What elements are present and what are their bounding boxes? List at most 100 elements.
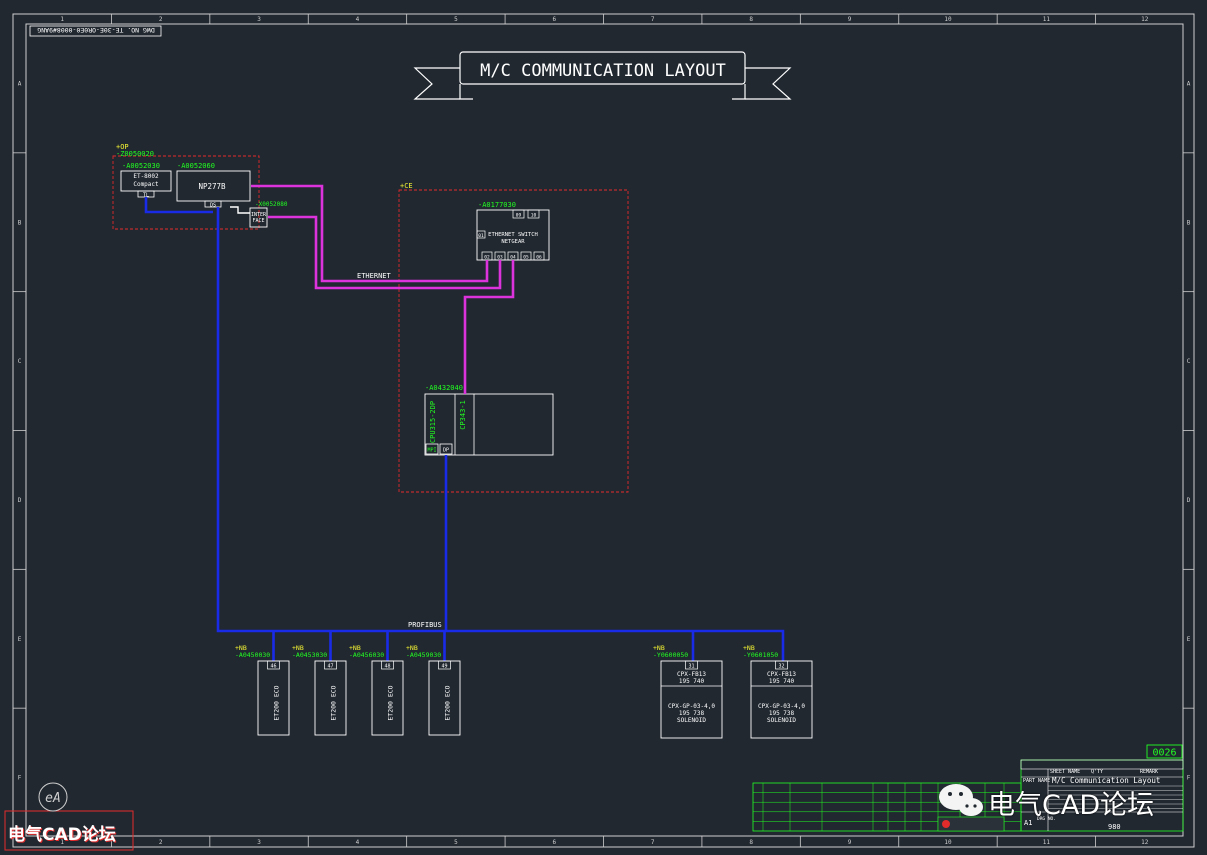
switch-line2: NETGEAR xyxy=(501,239,525,245)
cpu-id: -A0432040 xyxy=(425,384,463,392)
et-id: -A0052030 xyxy=(122,162,160,170)
mpi-port: MPI xyxy=(427,448,436,454)
profibus-drops xyxy=(272,631,695,661)
op-panel-id: -Z0050020 xyxy=(116,150,154,158)
zone-number-bottom: 4 xyxy=(356,839,360,846)
zone-number-top: 5 xyxy=(454,16,458,23)
et200-address: 47 xyxy=(327,664,333,670)
valve-nodes: +NB-Y060005031CPX-FB13195 740CPX-GP-03-4… xyxy=(653,644,813,739)
zone-letter-right: B xyxy=(1187,219,1191,226)
valve-address: 31 xyxy=(688,664,694,670)
hmi-port: DS xyxy=(210,203,216,209)
zone-number-top: 4 xyxy=(356,16,360,23)
zone-number-bottom: 10 xyxy=(944,839,952,846)
zone-letter-left: E xyxy=(18,636,22,643)
zone-number-bottom: 2 xyxy=(159,839,163,846)
zone-ticks: 112233445566778899101011111212A AB BC CD DE E… xyxy=(13,14,1194,847)
switch-port-label: 10 xyxy=(531,213,537,219)
qty-header: Q'TY xyxy=(1091,769,1103,775)
et200-name: ET200 ECO xyxy=(330,685,338,720)
zone-number-bottom: 11 xyxy=(1043,839,1051,846)
zone-letter-left: F xyxy=(18,775,22,782)
et200-nodes: +NB-A045003046ET200 ECO+NB-A045303047ET2… xyxy=(235,644,461,736)
hmi-to-interface-link xyxy=(230,206,250,214)
et200-id: -A0453030 xyxy=(292,651,327,659)
valve-text: 195 740 xyxy=(769,678,795,685)
et200-id: -A0459030 xyxy=(406,651,441,659)
valve-text: SOLENOID xyxy=(677,717,706,724)
cp-label: CP343-1 xyxy=(459,400,467,430)
outer-frame xyxy=(12,13,1195,848)
switch-port-label: 01 xyxy=(478,233,484,239)
inner-frame xyxy=(25,23,1184,837)
et200-name: ET200 ECO xyxy=(387,685,395,720)
valve-text: 195 738 xyxy=(679,710,705,717)
switch-port-label: 02 xyxy=(484,255,490,261)
zone-number-top: 8 xyxy=(749,16,753,23)
profibus-et-link xyxy=(144,197,213,214)
ethernet-cables xyxy=(251,184,515,394)
zone-number-top: 1 xyxy=(60,16,64,23)
switch-port-label: 06 xyxy=(536,255,542,261)
valve-text: 195 740 xyxy=(679,678,705,685)
remark-header: REMARK xyxy=(1140,769,1158,775)
part-table-top-row xyxy=(1020,759,1184,770)
et200-name: ET200 ECO xyxy=(273,685,281,720)
zone-number-top: 2 xyxy=(159,16,163,23)
valve-text: 195 738 xyxy=(769,710,795,717)
valve-text: CPX-GP-03-4,0 xyxy=(758,703,805,710)
valve-id: -Y0600050 xyxy=(653,651,688,659)
interface-id: -X0052080 xyxy=(255,201,288,208)
zone-number-top: 6 xyxy=(552,16,556,23)
watermark-text-left: 电气CAD论坛 xyxy=(8,825,116,845)
switch-port-label: 09 xyxy=(516,213,522,219)
et200-address: 48 xyxy=(384,664,390,670)
schematic-canvas: 112233445566778899101011111212A AB BC CD DE E… xyxy=(4,13,1195,851)
zone-number-bottom: 8 xyxy=(749,839,753,846)
zone-number-bottom: 3 xyxy=(257,839,261,846)
ce-location: +CE xyxy=(400,182,413,190)
ethernet-label: ETHERNET xyxy=(357,272,392,280)
zone-letter-left: B xyxy=(18,219,22,226)
et200-id: -A0456030 xyxy=(349,651,384,659)
company-logo-mark xyxy=(942,820,950,828)
et200-address: 49 xyxy=(441,664,447,670)
sheet-number: 0026 xyxy=(1152,748,1176,759)
valve-text: CPX-FB13 xyxy=(677,671,706,678)
dp-port: DP xyxy=(443,448,449,454)
et-line1: ET-8002 xyxy=(133,173,159,180)
valve-text: SOLENOID xyxy=(767,717,796,724)
title-text: M/C COMMUNICATION LAYOUT xyxy=(480,61,726,81)
zone-number-bottom: 6 xyxy=(552,839,556,846)
zone-letter-right: D xyxy=(1187,497,1191,504)
zone-number-bottom: 7 xyxy=(651,839,655,846)
watermark-logo-letters: eA xyxy=(45,791,61,806)
zone-number-bottom: 12 xyxy=(1141,839,1149,846)
cpu-rack-box xyxy=(424,393,554,456)
zone-number-top: 10 xyxy=(944,16,952,23)
chat-bubble-icon xyxy=(939,784,983,816)
zone-letter-left: D xyxy=(18,497,22,504)
et200-name: ET200 ECO xyxy=(444,685,452,720)
valve-text: CPX-FB13 xyxy=(767,671,796,678)
sheet-name-header: SHEET NAME xyxy=(1050,769,1080,775)
profibus-label: PROFIBUS xyxy=(408,621,442,629)
hmi-label: NP277B xyxy=(198,182,226,191)
et-line2: Compact xyxy=(133,181,159,188)
et200-id: -A0450030 xyxy=(235,651,270,659)
switch-port-label: 03 xyxy=(497,255,503,261)
zone-number-top: 3 xyxy=(257,16,261,23)
watermark-text: 电气CAD论坛 xyxy=(988,790,1155,821)
switch-line1: ETHERNET SWITCH xyxy=(488,232,538,238)
zone-letter-right: F xyxy=(1187,775,1191,782)
zone-number-bottom: 5 xyxy=(454,839,458,846)
zone-number-top: 11 xyxy=(1043,16,1051,23)
zone-number-bottom: 9 xyxy=(848,839,852,846)
valve-address: 32 xyxy=(778,664,784,670)
hmi-id: -A0052060 xyxy=(177,162,215,170)
zone-letter-left: A xyxy=(18,80,22,87)
switch-port-label: 04 xyxy=(510,255,516,261)
zone-letter-right: C xyxy=(1187,358,1191,365)
switch-port-label: 05 xyxy=(523,255,529,261)
interface-line2: FACE xyxy=(252,218,264,224)
